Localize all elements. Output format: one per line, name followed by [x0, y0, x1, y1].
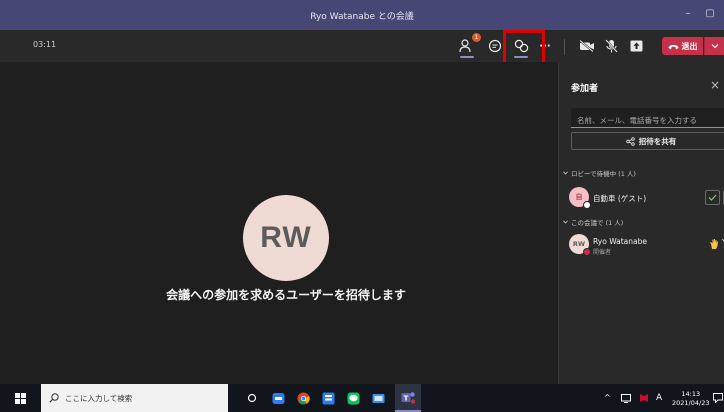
lobby-participant-row: 自 自動車 (ゲスト) — [569, 187, 724, 209]
participants-panel: 参加者 × 招待を共有 ロビーで待機中 (1 人) 自 自動車 (ゲスト) — [558, 62, 724, 384]
mic-off-icon — [604, 39, 618, 53]
participant-name: Ryo Watanabe — [593, 237, 648, 246]
mic-toggle[interactable] — [603, 36, 619, 56]
camera-toggle[interactable] — [578, 36, 596, 56]
taskbar-search[interactable]: ここに入力して検索 — [41, 384, 228, 412]
tray-chevron-icon[interactable]: ^ — [604, 393, 611, 402]
meeting-section-label: この会議で (1 人) — [571, 219, 624, 227]
panel-title: 参加者 — [571, 84, 599, 94]
leave-options-button[interactable] — [704, 37, 724, 55]
title-bar: Ryo Watanabe との会議 – ▢ — [0, 0, 724, 30]
restore-button[interactable]: ▢ — [700, 5, 720, 23]
tray-mcafee-icon[interactable] — [636, 390, 652, 406]
share-invite-button[interactable]: 招待を共有 — [571, 132, 724, 150]
lobby-section-header[interactable]: ロビーで待機中 (1 人) — [563, 168, 636, 178]
phone-icon — [668, 44, 678, 49]
avatar: RW — [569, 234, 591, 256]
status-dot — [583, 248, 591, 256]
window-title: Ryo Watanabe との会議 — [310, 12, 414, 22]
taskbar-clock[interactable]: 14:13 2021/04/23 — [672, 390, 709, 408]
leave-button[interactable]: 退出 — [662, 37, 703, 55]
avatar-initials: RW — [260, 221, 312, 254]
windows-taskbar: ここに入力して検索 T ^ A 14:13 2021/04/23 — [0, 384, 724, 412]
taskbar-search-placeholder: ここに入力して検索 — [65, 393, 133, 403]
notification-icon[interactable] — [710, 390, 724, 406]
share-link-icon — [626, 136, 635, 146]
share-invite-label: 招待を共有 — [638, 136, 677, 146]
task-view-icon[interactable] — [244, 390, 260, 406]
chat-button[interactable] — [487, 36, 503, 56]
taskbar-date: 2021/04/23 — [672, 399, 710, 407]
meeting-section-header[interactable]: この会議で (1 人) — [563, 217, 623, 227]
line-icon[interactable] — [345, 390, 361, 406]
start-button[interactable] — [12, 390, 28, 406]
avatar: RW — [243, 195, 329, 281]
meeting-stage: RW — [0, 62, 558, 384]
admit-button[interactable] — [705, 190, 720, 205]
participant-role: 開催者 — [593, 249, 612, 256]
avatar-initial: 自 — [575, 193, 583, 201]
taskbar-app-icon[interactable] — [320, 390, 336, 406]
check-icon — [708, 194, 717, 201]
tray-network-icon[interactable] — [618, 390, 634, 406]
teams-taskbar-icon[interactable]: T — [395, 384, 421, 412]
avatar: 自 — [569, 187, 591, 209]
chat-icon — [488, 39, 502, 53]
toolbar-separator — [564, 39, 565, 55]
participant-name: 自動車 (ゲスト) — [593, 194, 647, 203]
participant-search — [571, 108, 724, 130]
participants-button[interactable]: 1 — [458, 33, 481, 58]
meeting-toolbar: 03:11 1 ··· — [0, 30, 724, 62]
share-icon — [630, 40, 642, 52]
avatar-initials: RW — [572, 240, 586, 248]
share-content-button[interactable] — [628, 36, 644, 56]
raise-hand-icon — [710, 239, 718, 249]
meeting-timer: 03:11 — [33, 40, 57, 49]
search-input[interactable] — [571, 111, 724, 130]
lobby-section-label: ロビーで待機中 (1 人) — [571, 170, 636, 178]
search-icon — [49, 393, 59, 403]
chevron-down-icon — [563, 220, 568, 224]
active-underline — [460, 56, 474, 58]
invite-message: 会議への参加を求めるユーザーを招待します — [166, 288, 406, 302]
leave-label: 退出 — [681, 41, 698, 51]
taskbar-time: 14:13 — [681, 390, 701, 398]
chevron-down-icon — [711, 44, 718, 49]
taskbar-app-icon[interactable] — [370, 390, 386, 406]
close-icon[interactable]: × — [710, 78, 720, 92]
taskbar-app-icon[interactable] — [270, 390, 286, 406]
minimize-button[interactable]: – — [678, 5, 698, 23]
camera-off-icon — [579, 40, 594, 52]
meeting-participant-row[interactable]: RW Ryo Watanabe 開催者 — [569, 234, 724, 256]
chevron-down-icon — [563, 171, 568, 175]
ime-indicator[interactable]: A — [656, 393, 662, 403]
participants-badge: 1 — [472, 33, 481, 42]
chrome-icon[interactable] — [295, 390, 311, 406]
svg-text:T: T — [404, 394, 409, 402]
windows-start-icon — [14, 392, 26, 404]
people-icon — [459, 39, 471, 53]
status-dot — [583, 201, 591, 209]
